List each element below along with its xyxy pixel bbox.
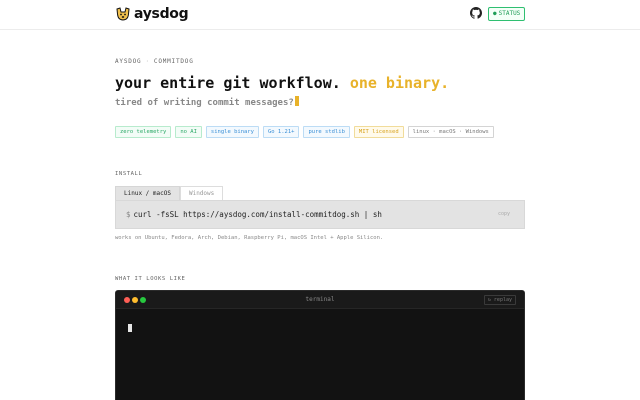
- breadcrumb-separator: ·: [145, 58, 150, 65]
- install-section-label: INSTALL: [115, 171, 143, 177]
- install-command[interactable]: $ curl -fsSL https://aysdog.com/install-c…: [126, 210, 382, 219]
- tab-windows[interactable]: Windows: [179, 186, 224, 200]
- feature-tag: no AI: [175, 126, 202, 138]
- tagline-text: tired of writing commit messages?: [115, 98, 294, 108]
- tab-linux-macos[interactable]: Linux / macOS: [115, 186, 180, 200]
- breadcrumb-parent[interactable]: AYSDOG: [115, 58, 141, 65]
- github-icon[interactable]: [470, 7, 482, 19]
- feature-tag: pure stdlib: [303, 126, 350, 138]
- terminal-titlebar: terminal ↻ replay: [116, 291, 524, 309]
- brand-link[interactable]: aysdog: [115, 6, 189, 22]
- tagline: tired of writing commit messages?: [115, 96, 299, 108]
- feature-tag: Go 1.21+: [262, 126, 300, 138]
- install-tabs: Linux / macOS Windows: [115, 186, 224, 200]
- status-label: STATUS: [498, 10, 521, 17]
- brand-name: aysdog: [134, 6, 189, 22]
- text-cursor: [294, 96, 299, 106]
- install-command-box: $ curl -fsSL https://aysdog.com/install-c…: [115, 200, 525, 229]
- dog-face-icon: [116, 7, 130, 21]
- terminal-title: terminal: [305, 296, 335, 303]
- feature-tag: linux · macOS · Windows: [407, 126, 494, 138]
- command-text: curl -fsSL https://aysdog.com/install-co…: [133, 210, 382, 219]
- feature-tag: single binary: [205, 126, 259, 138]
- headline-accent: one binary.: [349, 74, 450, 92]
- feature-tags: zero telemetry no AI single binary Go 1.21+…: [115, 126, 494, 138]
- shell-prompt: $: [126, 210, 131, 219]
- replay-button[interactable]: ↻ replay: [483, 295, 516, 305]
- feature-tag: MIT licensed: [353, 126, 404, 138]
- site-header: aysdog ● STATUS: [0, 0, 640, 30]
- copy-button[interactable]: copy: [498, 211, 510, 217]
- breadcrumb-current: COMMITDOG: [153, 58, 194, 65]
- preview-section-label: WHAT IT LOOKS LIKE: [115, 276, 186, 282]
- terminal-window: terminal ↻ replay: [115, 290, 525, 400]
- status-button[interactable]: ● STATUS: [488, 7, 526, 21]
- feature-tag: zero telemetry: [115, 126, 172, 138]
- terminal-cursor: [128, 324, 132, 332]
- platform-support-note: works on Ubuntu, Fedora, Arch, Debian, R…: [115, 235, 384, 241]
- status-dot-icon: ●: [493, 10, 497, 17]
- breadcrumb: AYSDOG · COMMITDOG: [115, 58, 194, 65]
- page-title: your entire git workflow. one binary.: [115, 74, 449, 92]
- headline-main: your entire git workflow.: [115, 74, 341, 92]
